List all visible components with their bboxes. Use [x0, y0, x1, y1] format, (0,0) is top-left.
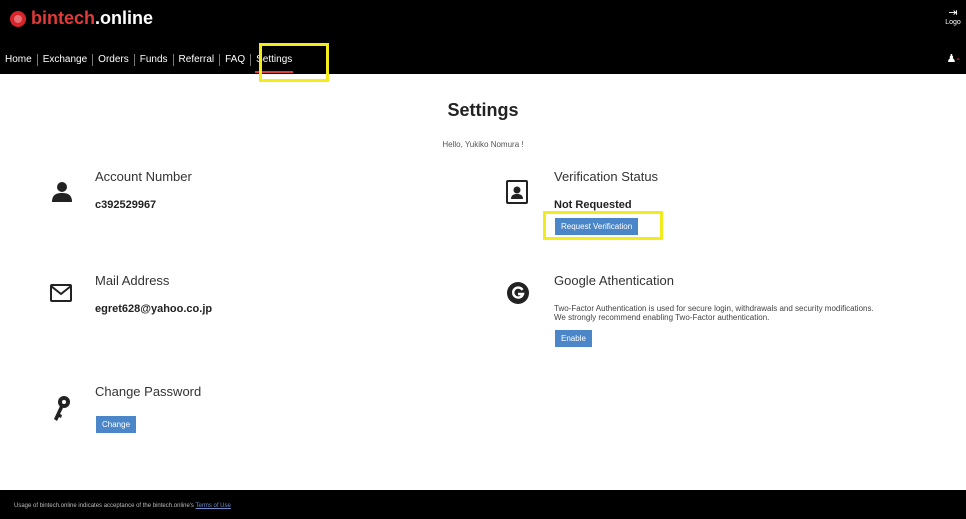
logo-text-bintech: bintech [31, 8, 96, 28]
verification-highlight-box [543, 211, 663, 240]
logo-text-online: .online [95, 8, 154, 28]
nav-funds[interactable]: Funds [135, 54, 174, 66]
logo-icon [10, 10, 26, 27]
main-nav: Home Exchange Orders Funds Referral FAQ … [0, 49, 297, 73]
envelope-icon [50, 284, 72, 307]
logout-icon: ⇥ [948, 7, 958, 19]
page-title: Settings [447, 100, 519, 120]
user-menu[interactable]: ♟- [946, 52, 960, 65]
greeting-text: Hello, Yukiko Nomura ! [442, 140, 524, 149]
nav-home[interactable]: Home [0, 54, 38, 66]
nav-referral[interactable]: Referral [174, 54, 221, 66]
top-navigation-bar: bintech .online ⇥ Logo ♟- Home Exchange O… [0, 0, 966, 74]
google-auth-title: Google Athentication [554, 273, 674, 288]
verification-status-value: Not Requested [554, 199, 632, 211]
mail-address-value: egret628@yahoo.co.jp [95, 303, 213, 315]
change-password-button[interactable]: Change [96, 416, 137, 433]
terms-of-use-link[interactable]: Terms of Use [196, 503, 231, 509]
key-icon [50, 394, 74, 427]
mail-address-title: Mail Address [95, 273, 170, 288]
person-icon [50, 180, 74, 209]
id-card-icon [506, 180, 528, 209]
footer: Usage of bintech.online indicates accept… [0, 490, 966, 519]
footer-text: Usage of bintech.online indicates accept… [14, 503, 231, 509]
logout-button[interactable]: ⇥ Logo [944, 7, 962, 27]
brand-logo[interactable]: bintech .online [10, 8, 153, 29]
settings-highlight-box [259, 43, 329, 82]
google-auth-description-line2: We strongly recommend enabling Two-Facto… [554, 313, 770, 322]
logout-label: Logo [945, 19, 961, 26]
footer-notice: Usage of bintech.online indicates accept… [14, 503, 194, 509]
change-password-title: Change Password [95, 384, 202, 399]
enable-2fa-button[interactable]: Enable [555, 330, 592, 347]
verification-status-title: Verification Status [554, 169, 659, 184]
nav-exchange[interactable]: Exchange [38, 54, 94, 66]
account-number-value: c392529967 [95, 199, 157, 211]
nav-orders[interactable]: Orders [93, 54, 135, 66]
user-icon: ♟ [946, 53, 957, 65]
user-menu-caret: - [956, 53, 960, 65]
account-number-title: Account Number [95, 169, 192, 184]
nav-faq[interactable]: FAQ [220, 54, 252, 66]
google-icon [506, 281, 530, 310]
